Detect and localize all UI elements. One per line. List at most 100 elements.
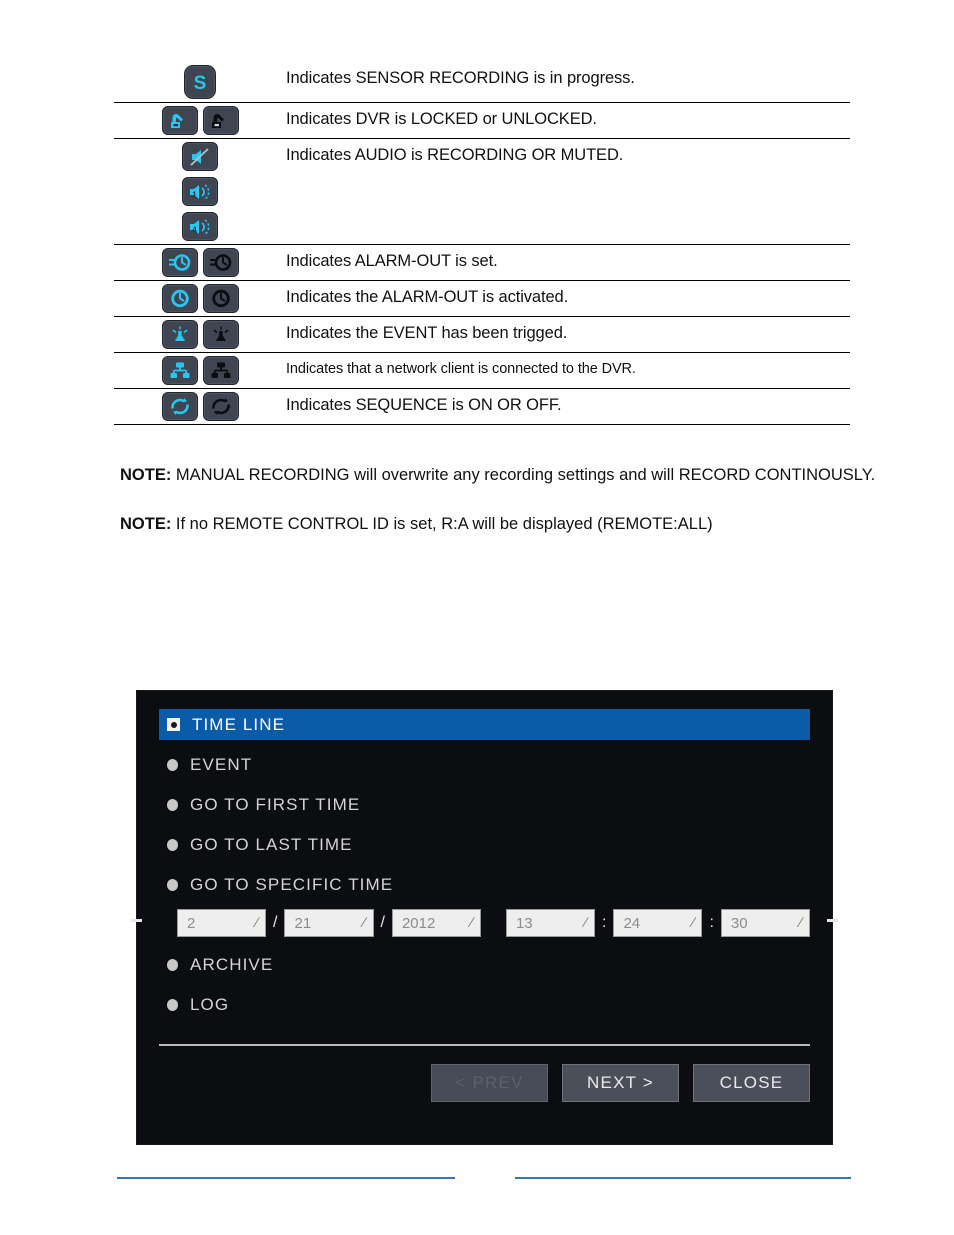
menu-item-label: GO TO FIRST TIME [190,794,361,814]
menu-item-event[interactable]: EVENT [159,749,810,780]
menu-item-go-to-last-time[interactable]: GO TO LAST TIME [159,829,810,860]
sensor-s-icon: S [184,65,216,99]
note-text: If no REMOTE CONTROL ID is set, R:A will… [171,514,713,533]
row-description: Indicates SENSOR RECORDING is in progres… [286,69,635,87]
audio-channel-1-icon: 1 [182,177,218,206]
alarm-out-set-active-icon [161,248,198,277]
svg-text:1: 1 [192,190,197,199]
table-row: S Indicates SENSOR RECORDING is in progr… [114,62,850,103]
hour-input[interactable]: 13 ∕ [505,909,595,937]
footer-rule-right [515,1177,851,1179]
spinner-icon[interactable]: ∕ [256,915,258,929]
event-siren-active-icon [161,320,198,349]
table-row: Indicates DVR is LOCKED or UNLOCKED. [114,103,850,139]
lock-locked-icon [161,106,198,135]
event-siren-inactive-icon [202,320,239,349]
menu-item-label: ARCHIVE [190,954,274,974]
row-description: Indicates the ALARM-OUT is activated. [286,288,569,306]
day-input[interactable]: 21 ∕ [284,909,374,937]
network-active-icon [161,356,198,385]
menu-item-time-line[interactable]: TIME LINE [159,709,810,740]
dialog-left-edge-tick [131,919,142,922]
radio-unselected-icon [167,758,178,771]
dvr-status-icon-table: S Indicates SENSOR RECORDING is in progr… [114,62,850,425]
audio-channel-4-icon: 4 [182,212,218,241]
note-label: NOTE: [120,466,172,484]
spinner-icon[interactable]: ∕ [363,915,365,929]
sequence-off-icon [202,392,239,421]
menu-item-go-to-specific-time[interactable]: GO TO SPECIFIC TIME [159,869,810,900]
icon-cell: S [114,62,286,102]
table-row: 1 4 Indicates AUDIO is RECORDING OR MUTE… [114,139,850,245]
icon-cell [114,103,286,138]
second-input[interactable]: 30 ∕ [720,909,810,937]
minute-input[interactable]: 24 ∕ [613,909,703,937]
row-description: Indicates ALARM-OUT is set. [286,252,498,270]
svg-text:4: 4 [192,225,197,234]
spinner-icon[interactable]: ∕ [471,915,473,929]
network-inactive-icon [202,356,239,385]
dialog-divider [159,1044,810,1046]
footer-rule-left [117,1177,455,1179]
menu-item-log[interactable]: LOG [159,989,810,1020]
row-description: Indicates AUDIO is RECORDING OR MUTED. [286,146,624,164]
alarm-clock-active-icon [161,284,198,313]
icon-cell [114,245,286,280]
icon-cell [114,389,286,424]
second-value: 30 [730,914,748,932]
row-description: Indicates the EVENT has been trigged. [286,324,568,342]
menu-item-go-to-first-time[interactable]: GO TO FIRST TIME [159,789,810,820]
spinner-icon[interactable]: ∕ [800,915,802,929]
audio-muted-slash-icon [182,142,218,171]
menu-item-label: EVENT [190,754,253,774]
icon-cell: 1 4 [114,139,286,244]
next-button[interactable]: NEXT > [562,1064,679,1102]
date-separator: / [273,914,278,931]
alarm-out-set-inactive-icon [202,248,239,277]
sequence-on-icon [161,392,198,421]
spinner-icon[interactable]: ∕ [692,915,694,929]
menu-item-label: GO TO SPECIFIC TIME [190,874,394,894]
radio-unselected-icon [167,878,178,891]
note-label: NOTE: [120,514,172,533]
dialog-button-row: < PREV NEXT > CLOSE [159,1064,810,1102]
lock-unlocked-icon [202,106,239,135]
menu-item-label: TIME LINE [192,714,286,734]
dialog-right-edge-tick [827,919,838,922]
close-button[interactable]: CLOSE [693,1064,810,1102]
table-row: Indicates the ALARM-OUT is activated. [114,281,850,317]
table-row: Indicates ALARM-OUT is set. [114,245,850,281]
radio-unselected-icon [167,798,178,811]
radio-selected-icon [167,718,180,731]
row-description: Indicates that a network client is conne… [286,361,636,377]
icon-cell [114,281,286,316]
notes-section: NOTE: MANUAL RECORDING will overwrite an… [120,462,880,559]
time-separator: : [601,914,607,931]
icon-cell [114,353,286,388]
radio-unselected-icon [167,838,178,851]
note-manual-recording: NOTE: MANUAL RECORDING will overwrite an… [120,462,880,489]
month-input[interactable]: 2 ∕ [177,909,267,937]
table-row: Indicates that a network client is conne… [114,353,850,389]
radio-unselected-icon [167,998,178,1011]
icon-cell [114,317,286,352]
date-separator: / [380,914,385,931]
prev-button[interactable]: < PREV [431,1064,548,1102]
dvr-search-dialog: TIME LINE EVENT GO TO FIRST TIME GO TO L… [131,690,838,1145]
year-input[interactable]: 2012 ∕ [391,909,481,937]
month-value: 2 [187,914,196,932]
menu-item-archive[interactable]: ARCHIVE [159,949,810,980]
time-separator: : [709,914,714,931]
table-row: Indicates the EVENT has been trigged. [114,317,850,353]
table-row: Indicates SEQUENCE is ON OR OFF. [114,389,850,425]
menu-item-label: LOG [190,994,230,1014]
spinner-icon[interactable]: ∕ [585,915,587,929]
note-text: MANUAL RECORDING will overwrite any reco… [171,466,876,484]
row-description: Indicates SEQUENCE is ON OR OFF. [286,396,562,414]
note-remote-control-id: NOTE: If no REMOTE CONTROL ID is set, R:… [120,511,880,538]
radio-unselected-icon [167,958,178,971]
year-value: 2012 [401,914,436,932]
specific-time-field-row: 2 ∕ / 21 ∕ / 2012 ∕ 13 ∕ : 24 ∕: 30 ∕ [177,909,810,937]
alarm-clock-inactive-icon [202,284,239,313]
day-value: 21 [294,914,312,932]
